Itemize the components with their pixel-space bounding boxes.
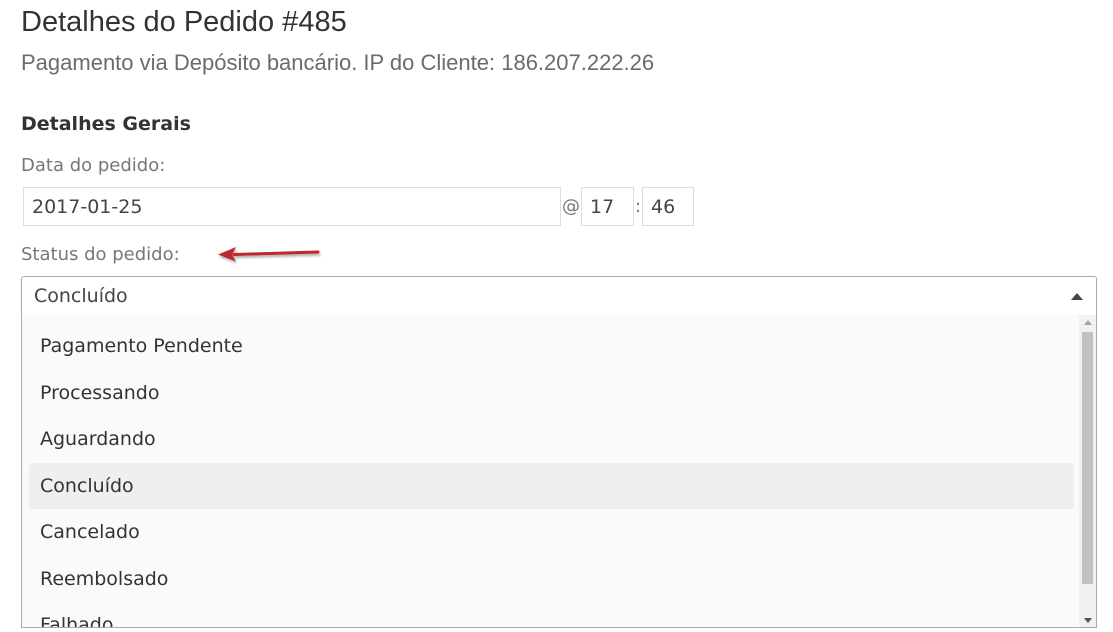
status-option-on-hold[interactable]: Aguardando <box>29 416 1074 463</box>
status-option-cancelled[interactable]: Cancelado <box>29 509 1074 556</box>
caret-up-icon[interactable] <box>1071 293 1083 300</box>
order-status-label: Status do pedido: <box>21 244 180 265</box>
time-separator: : <box>635 196 642 217</box>
status-option-pending-payment[interactable]: Pagamento Pendente <box>29 323 1074 370</box>
order-status-options: Pagamento Pendente Processando Aguardand… <box>22 323 1078 627</box>
scroll-up-icon[interactable] <box>1084 320 1092 325</box>
page-title: Detalhes do Pedido #485 <box>21 6 347 38</box>
order-date-input[interactable] <box>23 187 561 226</box>
order-hour-input[interactable] <box>581 187 634 226</box>
status-option-failed[interactable]: Falhado <box>29 602 1074 627</box>
status-option-refunded[interactable]: Reembolsado <box>29 556 1074 603</box>
at-separator: @ <box>562 196 580 217</box>
scroll-down-icon[interactable] <box>1084 618 1092 623</box>
order-status-dropdown: Pagamento Pendente Processando Aguardand… <box>21 315 1097 628</box>
status-option-processing[interactable]: Processando <box>29 370 1074 417</box>
general-details-heading: Detalhes Gerais <box>21 113 191 135</box>
order-date-label: Data do pedido: <box>21 155 166 176</box>
payment-info: Pagamento via Depósito bancário. IP do C… <box>21 50 655 75</box>
order-status-selected-value: Concluído <box>34 285 128 307</box>
order-details-page: Detalhes do Pedido #485 Pagamento via De… <box>0 0 1113 632</box>
order-status-select[interactable]: Concluído <box>21 276 1097 316</box>
arrow-left-icon <box>218 247 320 262</box>
dropdown-scrollbar[interactable] <box>1079 315 1096 627</box>
order-minute-input[interactable] <box>642 187 694 226</box>
scrollbar-thumb[interactable] <box>1082 332 1093 584</box>
status-option-completed[interactable]: Concluído <box>29 462 1074 509</box>
